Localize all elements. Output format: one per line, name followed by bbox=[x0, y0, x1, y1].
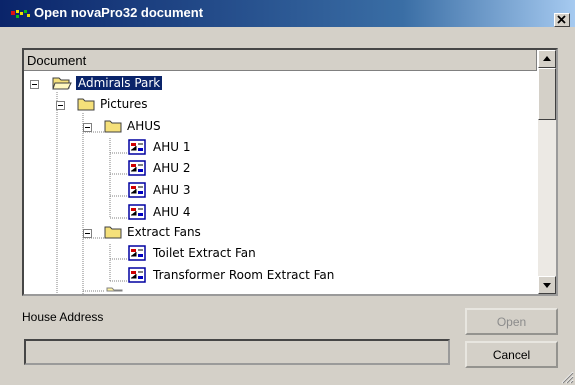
tree-node-label: Admirals Park bbox=[76, 76, 163, 90]
tree-node-label: Transformer Room Extract Fan bbox=[153, 268, 335, 282]
novapro-app-icon bbox=[11, 10, 30, 18]
folder-open-icon bbox=[52, 77, 72, 90]
arrow-up-icon bbox=[543, 56, 551, 61]
vertical-scrollbar[interactable] bbox=[538, 50, 556, 294]
scroll-down-button[interactable] bbox=[538, 276, 556, 294]
document-icon bbox=[128, 182, 146, 198]
collapse-toggle[interactable] bbox=[83, 229, 92, 238]
tree-node-label: Toilet Extract Fan bbox=[153, 246, 256, 260]
cancel-button[interactable]: Cancel bbox=[465, 341, 558, 368]
window-title: Open novaPro32 document bbox=[34, 5, 204, 20]
collapse-toggle[interactable] bbox=[83, 123, 92, 132]
document-icon bbox=[128, 245, 146, 261]
resize-grip-icon[interactable] bbox=[560, 370, 574, 384]
tree-node-label: AHU 1 bbox=[153, 140, 191, 154]
tree-node-ahu-2[interactable]: AHU 2 bbox=[24, 160, 537, 177]
arrow-down-icon bbox=[543, 283, 551, 288]
tree-node-label: Extract Fans bbox=[127, 225, 201, 239]
collapse-toggle[interactable] bbox=[56, 101, 65, 110]
house-address-field[interactable] bbox=[24, 339, 450, 365]
open-button[interactable]: Open bbox=[465, 308, 558, 335]
document-icon bbox=[128, 139, 146, 155]
document-icon bbox=[128, 160, 146, 176]
tree-node-label: AHU 3 bbox=[153, 183, 191, 197]
house-address-label: House Address bbox=[22, 310, 104, 324]
document-tree[interactable]: Document Admirals Park Pictures AHUS AHU… bbox=[22, 48, 558, 296]
cancel-button-label: Cancel bbox=[492, 347, 531, 362]
tree-node-label: AHU 2 bbox=[153, 161, 191, 175]
collapse-toggle[interactable] bbox=[30, 80, 39, 89]
title-bar[interactable]: Open novaPro32 document bbox=[0, 0, 575, 27]
close-button[interactable] bbox=[554, 13, 570, 27]
tree-node-toilet-extract-fan[interactable]: Toilet Extract Fan bbox=[24, 245, 537, 262]
document-icon bbox=[128, 204, 146, 220]
tree-node-admirals-park[interactable]: Admirals Park bbox=[24, 75, 537, 92]
folder-icon bbox=[77, 98, 95, 111]
tree-node-transformer-room-extract-fan[interactable]: Transformer Room Extract Fan bbox=[24, 267, 537, 284]
tree-node-ahu-3[interactable]: AHU 3 bbox=[24, 182, 537, 199]
tree-node-label: AHUS bbox=[127, 119, 161, 133]
tree-node-label: Pictures bbox=[100, 97, 148, 111]
tree-node-ahu-1[interactable]: AHU 1 bbox=[24, 139, 537, 156]
folder-icon bbox=[104, 226, 122, 239]
tree-node-pictures[interactable]: Pictures bbox=[24, 96, 537, 113]
tree-node-extract-fans[interactable]: Extract Fans bbox=[24, 224, 537, 241]
scroll-thumb[interactable] bbox=[538, 68, 556, 120]
open-button-label: Open bbox=[496, 314, 527, 329]
document-icon bbox=[128, 267, 146, 283]
tree-node-label: AHU 4 bbox=[153, 205, 191, 219]
scroll-up-button[interactable] bbox=[538, 50, 556, 68]
tree-node-ahus[interactable]: AHUS bbox=[24, 118, 537, 135]
folder-icon bbox=[104, 120, 122, 133]
close-x-icon bbox=[557, 15, 566, 24]
tree-node-ahu-4[interactable]: AHU 4 bbox=[24, 204, 537, 221]
